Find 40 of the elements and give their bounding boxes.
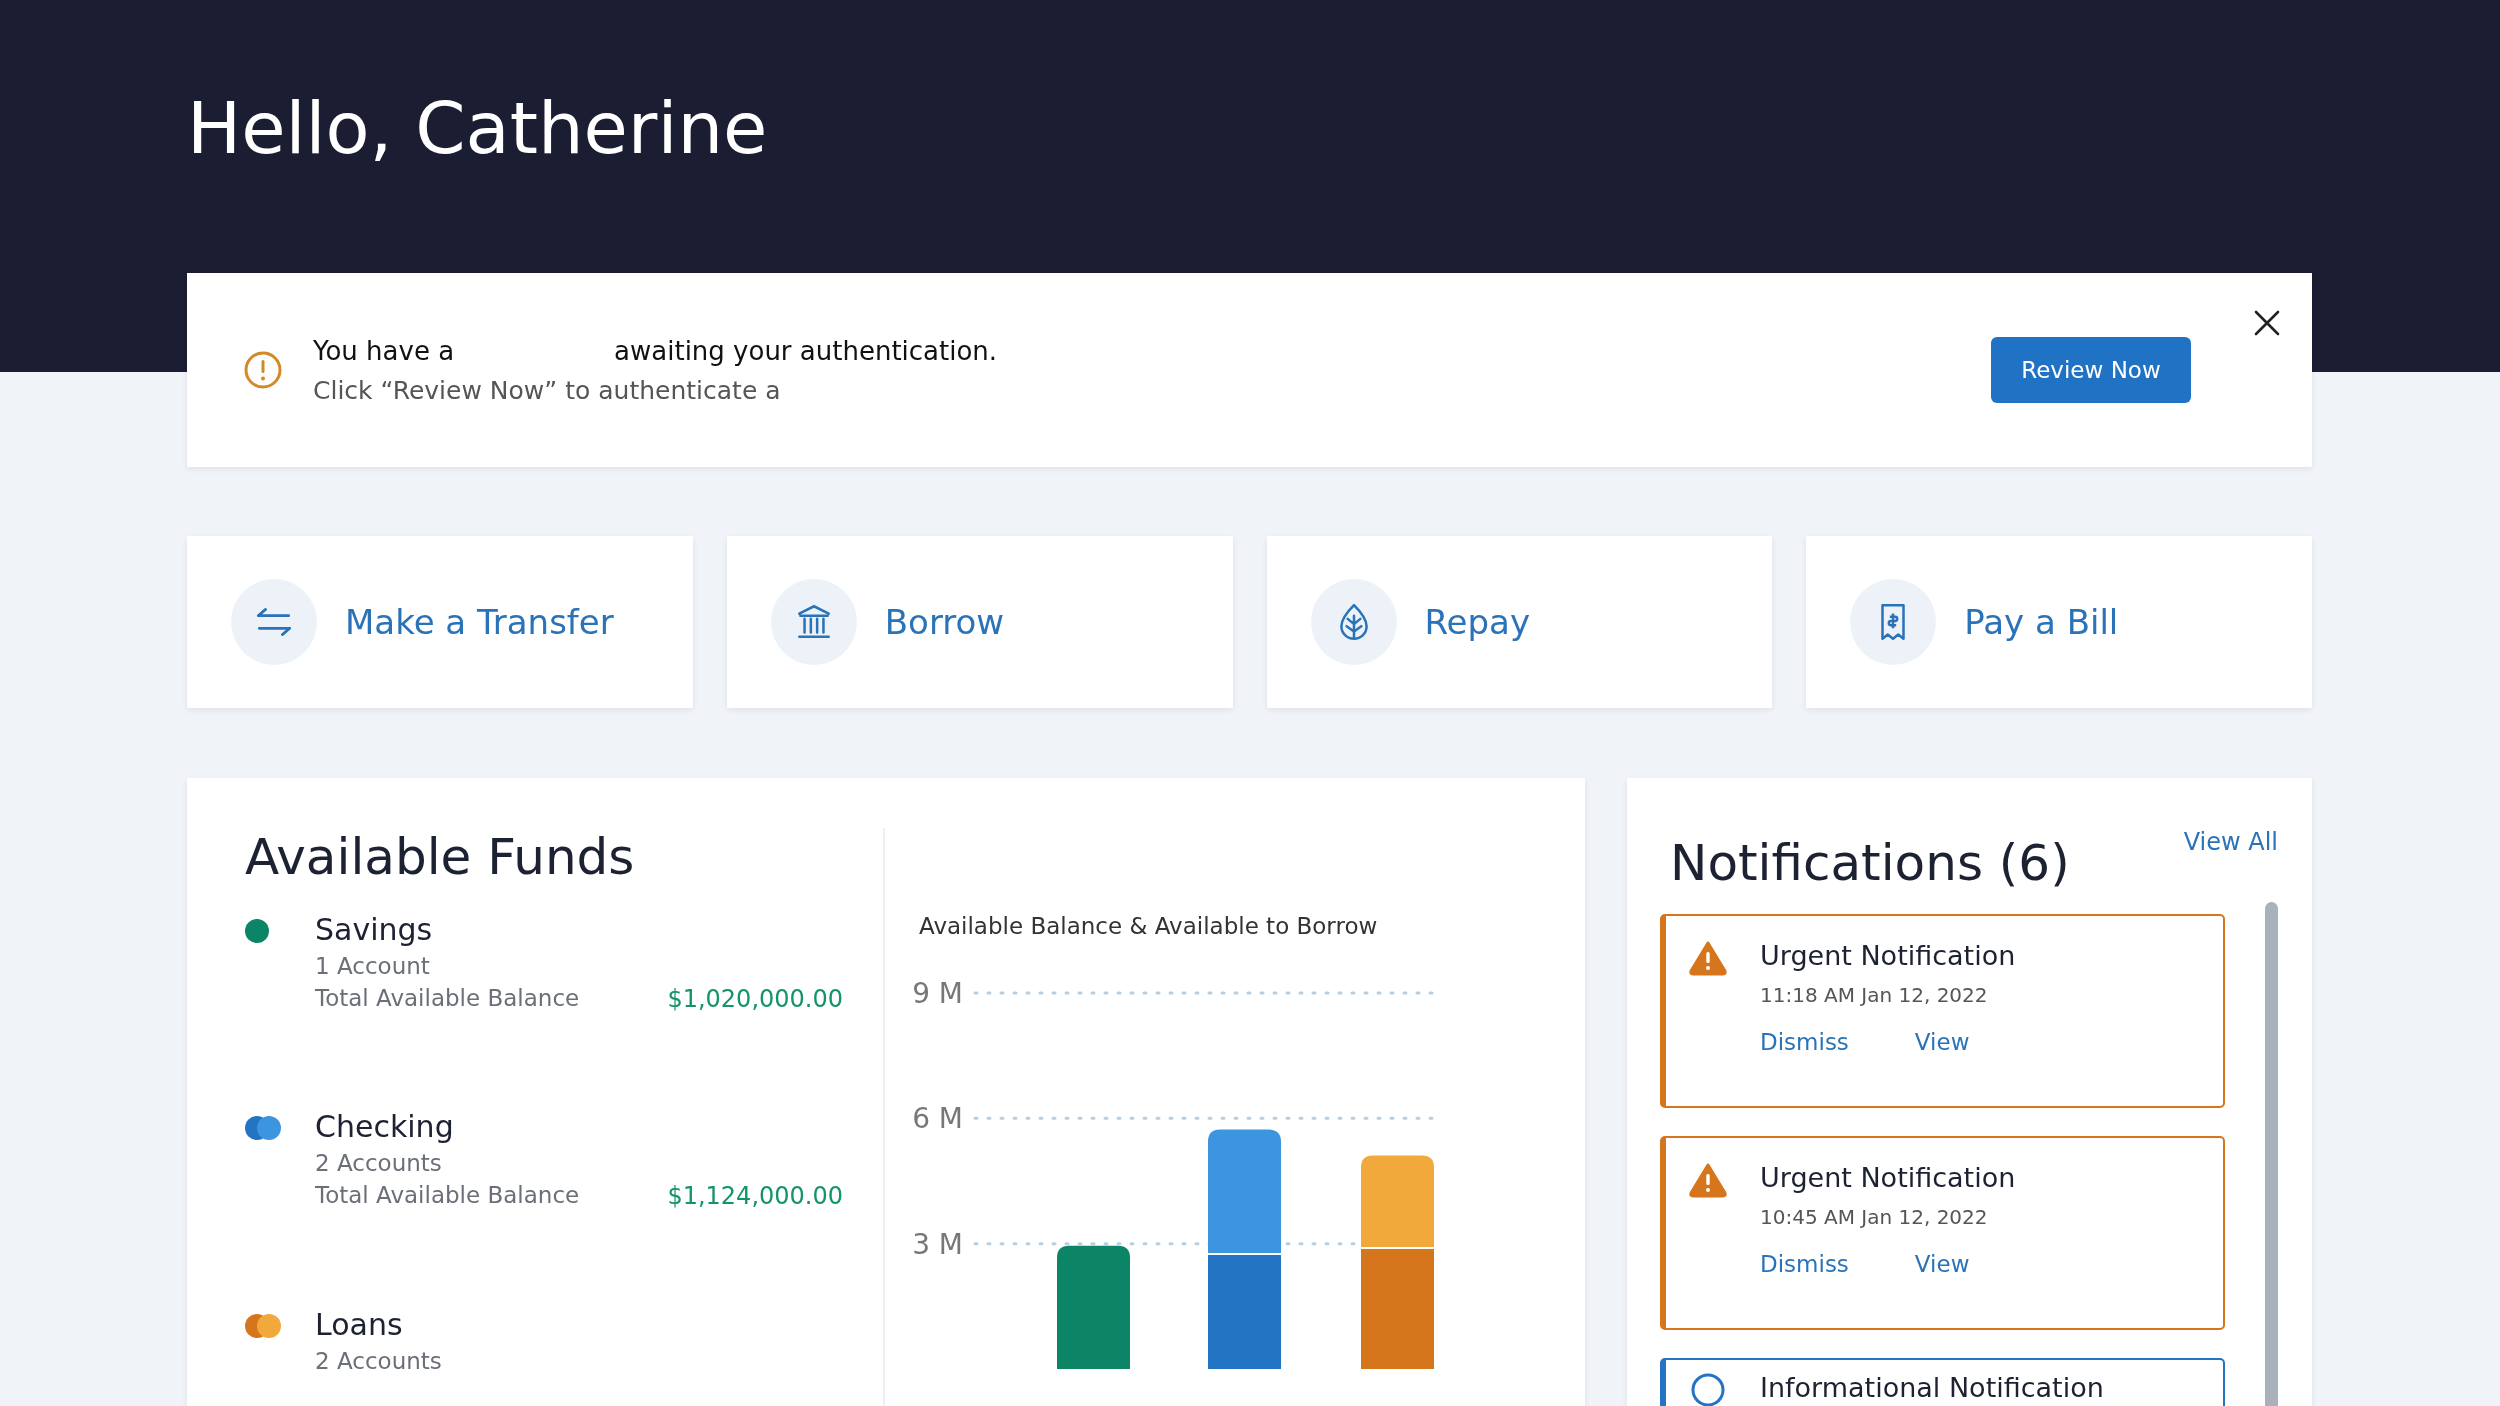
balance-label: Total Available Balance [315, 1182, 580, 1211]
warning-icon [1688, 1162, 1728, 1198]
close-icon[interactable] [2252, 308, 2282, 338]
notification-link[interactable]: Dismiss [1760, 1251, 1849, 1277]
review-now-button[interactable]: Review Now [1991, 337, 2191, 403]
chart-title: Available Balance & Available to Borrow [919, 913, 1379, 939]
balance-label: Total Available Balance [315, 985, 580, 1013]
account-name: Savings [315, 912, 434, 947]
notification-link[interactable]: Dismiss [1760, 1029, 1849, 1055]
view-all-link[interactable]: View All [2183, 828, 2278, 856]
notification-link[interactable]: View [1914, 1251, 1970, 1277]
notification-title: Urgent Notification [1760, 940, 2016, 971]
axis-tick-label: 9 M [912, 977, 963, 1010]
panel-title: Available Funds [245, 828, 636, 886]
action-card[interactable]: Pay a Bill [1806, 536, 2312, 708]
notification-title: Informational Notification [1760, 1372, 2104, 1403]
alert-message: awaiting your authentication. [614, 335, 998, 366]
greeting-title: Hello, Catherine [187, 92, 768, 164]
action-card[interactable]: Repay [1266, 536, 1773, 708]
account-count: 2 Accounts [315, 1347, 443, 1374]
account-name: Loans [315, 1306, 404, 1342]
account-count: 1 Account [315, 953, 431, 979]
warning-icon [1688, 940, 1728, 976]
action-card[interactable]: Make a Transfer [187, 536, 693, 708]
notification-time: 11:18 AM Jan 12, 2022 [1760, 983, 1989, 1007]
axis-tick-label: 3 M [912, 1227, 963, 1261]
account-count: 2 Accounts [315, 1150, 443, 1177]
account-name: Checking [315, 1109, 455, 1145]
panel-title: Notifications (6) [1670, 834, 2070, 892]
notification-link[interactable]: View [1914, 1029, 1970, 1055]
notification-time: 10:45 AM Jan 12, 2022 [1760, 1205, 1989, 1229]
alert-instruction: Click “Review Now” to authenticate a [313, 375, 782, 405]
alert-message: You have a [313, 335, 455, 366]
action-card[interactable]: Borrow [726, 536, 1233, 708]
balance-amount: $1,124,000.00 [667, 1182, 843, 1211]
axis-tick-label: 6 M [912, 1102, 963, 1136]
scrollbar[interactable] [2265, 902, 2278, 1406]
warning-icon [243, 350, 283, 390]
notification-title: Urgent Notification [1760, 1162, 2016, 1193]
balance-amount: $1,020,000.00 [667, 985, 843, 1013]
